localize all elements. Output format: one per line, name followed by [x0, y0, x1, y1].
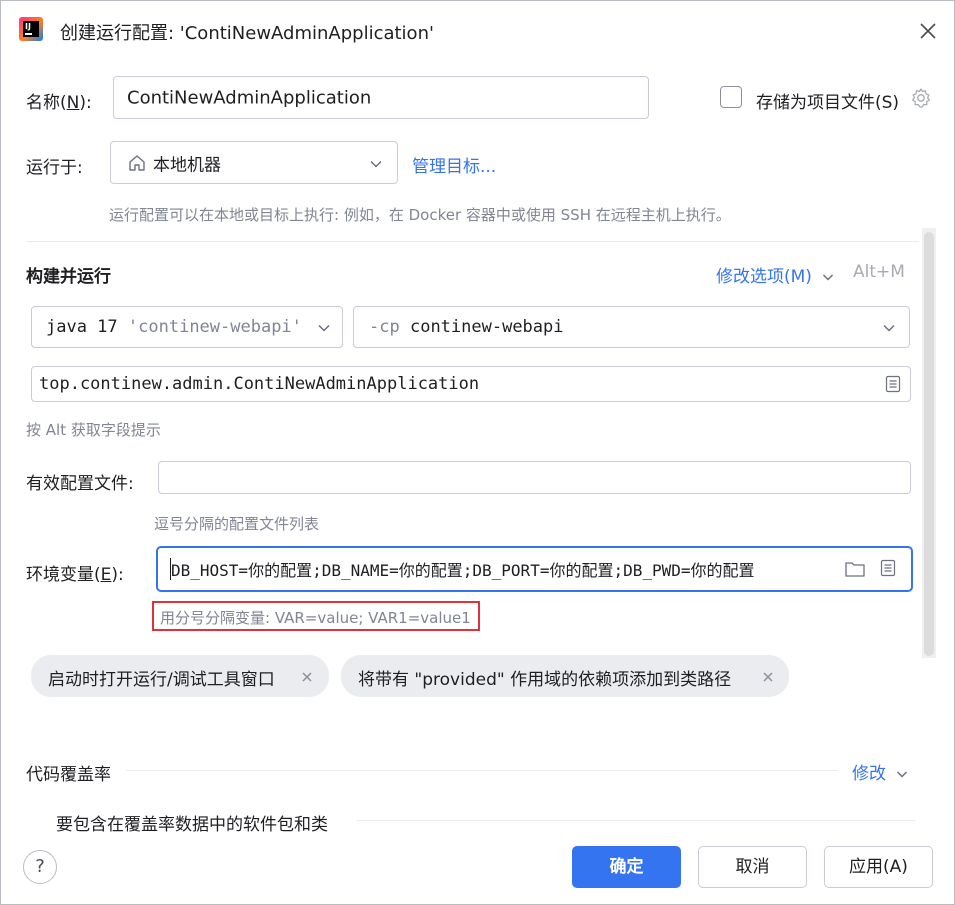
- jdk-value: java 17 'continew-webapi': [46, 317, 302, 337]
- main-class-input[interactable]: top.continew.admin.ContiNewAdminApplicat…: [31, 366, 911, 402]
- ok-button[interactable]: 确定: [572, 846, 681, 888]
- run-on-hint: 运行配置可以在本地或目标上执行: 例如，在 Docker 容器中或使用 SSH …: [109, 206, 731, 224]
- expand-text-icon[interactable]: [884, 375, 902, 393]
- coverage-modify-link[interactable]: 修改: [852, 759, 909, 784]
- scrollbar-thumb[interactable]: [924, 232, 934, 656]
- option-chip-open-tool-window[interactable]: 启动时打开运行/调试工具窗口: [31, 655, 329, 697]
- intellij-app-icon: IJ: [19, 17, 43, 41]
- section-divider: [26, 241, 919, 242]
- packages-divider: [356, 820, 916, 821]
- apply-button[interactable]: 应用(A): [824, 846, 933, 888]
- store-as-project-file-label: 存储为项目文件(S): [756, 93, 900, 113]
- modify-options-shortcut: Alt+M: [853, 262, 905, 282]
- coverage-divider: [126, 770, 838, 771]
- env-vars-value: DB_HOST=你的配置;DB_NAME=你的配置;DB_PORT=你的配置;D…: [171, 561, 755, 580]
- remove-chip-icon[interactable]: [761, 669, 775, 683]
- home-icon: [127, 153, 147, 173]
- close-icon[interactable]: [915, 18, 941, 44]
- env-hint-highlight-box: 用分号分隔变量: VAR=value; VAR1=value1: [152, 601, 480, 631]
- help-button[interactable]: ?: [23, 850, 57, 884]
- build-and-run-heading: 构建并运行: [26, 267, 111, 287]
- title-bar: IJ 创建运行配置: 'ContiNewAdminApplication': [0, 0, 955, 62]
- env-vars-label: 环境变量(E):: [26, 565, 124, 585]
- chip-label: 启动时打开运行/调试工具窗口: [48, 670, 275, 690]
- run-on-label: 运行于:: [26, 158, 83, 178]
- modify-options-link[interactable]: 修改选项(M): [716, 262, 835, 287]
- jdk-dropdown[interactable]: java 17 'continew-webapi': [31, 306, 343, 348]
- run-target-dropdown[interactable]: 本地机器: [110, 141, 398, 184]
- classpath-module-dropdown[interactable]: -cp continew-webapi: [353, 306, 910, 348]
- name-input[interactable]: ContiNewAdminApplication: [113, 76, 649, 119]
- active-profiles-hint: 逗号分隔的配置文件列表: [154, 515, 320, 533]
- env-vars-hint: 用分号分隔变量: VAR=value; VAR1=value1: [160, 609, 471, 627]
- chevron-down-icon: [881, 320, 897, 336]
- gear-icon[interactable]: [909, 86, 933, 110]
- store-as-project-file-checkbox[interactable]: [720, 86, 742, 108]
- cancel-button[interactable]: 取消: [698, 846, 807, 888]
- chip-label: 将带有 "provided" 作用域的依赖项添加到类路径: [358, 670, 732, 690]
- coverage-packages-label: 要包含在覆盖率数据中的软件包和类: [56, 815, 328, 835]
- run-target-value: 本地机器: [153, 155, 221, 175]
- alt-hint: 按 Alt 获取字段提示: [26, 421, 161, 439]
- name-label: 名称(N):: [26, 93, 92, 113]
- classpath-value: -cp continew-webapi: [369, 317, 564, 337]
- env-vars-input[interactable]: DB_HOST=你的配置;DB_NAME=你的配置;DB_PORT=你的配置;D…: [156, 546, 913, 592]
- active-profiles-label: 有效配置文件:: [26, 474, 134, 494]
- chevron-down-icon: [823, 274, 834, 281]
- active-profiles-input[interactable]: [158, 461, 911, 494]
- code-coverage-label: 代码覆盖率: [26, 765, 111, 785]
- chevron-down-icon: [897, 771, 908, 778]
- name-input-value: ContiNewAdminApplication: [127, 87, 372, 108]
- dialog-title: 创建运行配置: 'ContiNewAdminApplication': [60, 23, 434, 44]
- expand-text-icon[interactable]: [879, 559, 897, 577]
- chevron-down-icon: [316, 320, 332, 336]
- remove-chip-icon[interactable]: [300, 669, 314, 683]
- manage-targets-link[interactable]: 管理目标...: [412, 152, 496, 177]
- main-class-value: top.continew.admin.ContiNewAdminApplicat…: [39, 374, 480, 394]
- folder-icon[interactable]: [844, 559, 866, 579]
- option-chip-provided-scope[interactable]: 将带有 "provided" 作用域的依赖项添加到类路径: [341, 655, 789, 697]
- chevron-down-icon: [368, 156, 384, 172]
